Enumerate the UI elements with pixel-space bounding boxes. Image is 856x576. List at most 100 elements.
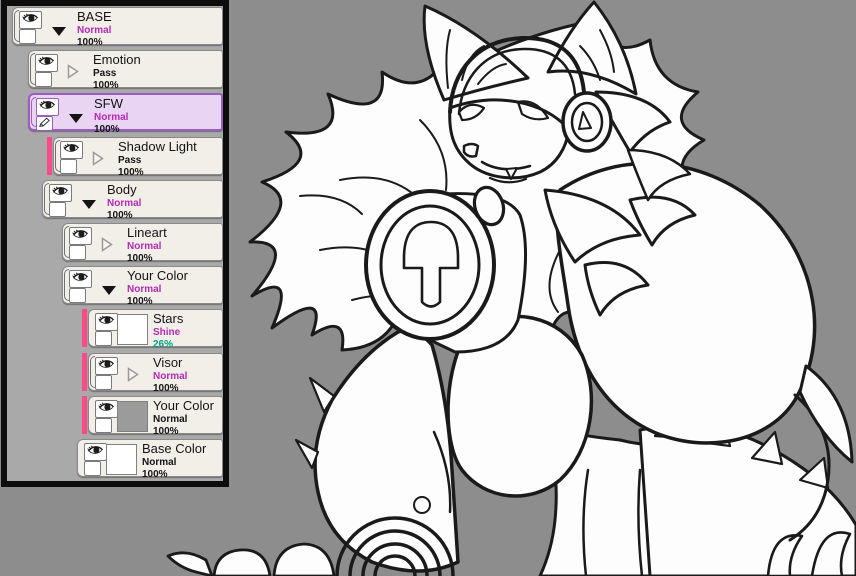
clipping-stripe <box>82 309 87 347</box>
visibility-toggle[interactable] <box>95 400 118 418</box>
layer-row[interactable]: SFW Normal 100% <box>28 93 223 135</box>
layer-mode: Normal <box>94 112 129 123</box>
nose <box>462 142 480 158</box>
expand-collapse-triangle[interactable] <box>92 151 108 167</box>
layer-text-block: Stars Shine 26% <box>153 310 220 351</box>
layer-text-block: Emotion Pass 100% <box>93 51 220 92</box>
expand-collapse-triangle[interactable] <box>81 197 97 213</box>
layer-mode: Pass <box>118 155 142 166</box>
clipping-stripe <box>82 353 87 391</box>
visibility-toggle[interactable] <box>19 11 42 29</box>
layer-text-block: Your Color Normal 100% <box>127 267 220 308</box>
eye-icon <box>97 400 116 419</box>
wrist-button <box>413 496 431 514</box>
visibility-toggle[interactable] <box>36 98 59 116</box>
layer-row[interactable]: Visor Normal 100% <box>82 353 223 395</box>
layer-row[interactable]: Body Normal 100% <box>42 180 223 222</box>
layer-opacity: 100% <box>153 383 179 394</box>
layer-row[interactable]: Your Color Normal 100% <box>82 396 223 438</box>
layer-option-box[interactable] <box>69 288 86 303</box>
layer-opacity: 100% <box>94 124 120 135</box>
visibility-toggle[interactable] <box>60 141 83 159</box>
eye-icon <box>21 11 40 30</box>
layer-option-box[interactable] <box>60 159 77 174</box>
visibility-toggle[interactable] <box>69 227 92 245</box>
layer-row[interactable]: Base Color Normal 100% <box>77 439 223 481</box>
layer-name: Emotion <box>93 52 141 67</box>
layer-name: Body <box>107 182 137 197</box>
layer-mode: Pass <box>93 68 117 79</box>
layer-row[interactable]: Lineart Normal 100% <box>62 223 223 265</box>
layer-mode: Normal <box>153 371 188 382</box>
layer-text-block: Base Color Normal 100% <box>142 440 220 481</box>
layer-row[interactable]: BASE Normal 100% <box>12 7 223 49</box>
layer-text-block: BASE Normal 100% <box>77 8 220 49</box>
eye-icon <box>71 270 90 289</box>
layer-name: Visor <box>153 355 183 370</box>
layer-mode: Normal <box>127 284 162 295</box>
layer-text-block: Your Color Normal 100% <box>153 397 220 438</box>
layer-option-box[interactable] <box>95 375 112 390</box>
layer-opacity: 100% <box>93 80 119 91</box>
layer-row[interactable]: Stars Shine 26% <box>82 309 223 351</box>
layer-thumbnail <box>117 401 148 432</box>
layer-option-box[interactable] <box>69 245 86 260</box>
layer-name: SFW <box>94 96 123 111</box>
layer-text-block: Body Normal 100% <box>107 181 220 222</box>
expand-collapse-triangle[interactable] <box>67 64 83 80</box>
layers-panel-body: BASE Normal 100% Emotion Pass 100% SFW N… <box>7 6 223 481</box>
layer-text-block: Visor Normal 100% <box>153 354 220 395</box>
layer-row[interactable]: Emotion Pass 100% <box>28 50 223 92</box>
eye-icon <box>71 227 90 246</box>
layers-panel: BASE Normal 100% Emotion Pass 100% SFW N… <box>1 0 229 487</box>
layer-option-box[interactable] <box>84 461 101 476</box>
layer-thumbnail <box>106 444 137 475</box>
layer-name: Lineart <box>127 225 167 240</box>
visibility-toggle[interactable] <box>69 270 92 288</box>
layer-mode: Normal <box>153 414 188 425</box>
eye-icon <box>51 184 70 203</box>
expand-collapse-triangle[interactable] <box>68 111 84 127</box>
layer-text-block: Shadow Light Pass 100% <box>118 138 220 179</box>
layer-row[interactable]: Shadow Light Pass 100% <box>47 137 223 179</box>
layer-opacity: 100% <box>153 426 179 437</box>
layer-opacity: 100% <box>127 253 153 264</box>
layer-option-box[interactable] <box>35 72 52 87</box>
visibility-toggle[interactable] <box>95 313 118 331</box>
eye-icon <box>86 443 105 462</box>
layer-option-box[interactable] <box>49 202 66 217</box>
layer-mode: Normal <box>142 457 177 468</box>
eye-icon <box>37 54 56 73</box>
layer-mode: Shine <box>153 327 181 338</box>
shoulder-drum-face <box>364 189 496 341</box>
layer-mode: Normal <box>127 241 162 252</box>
visibility-toggle[interactable] <box>49 184 72 202</box>
layer-text-block: Lineart Normal 100% <box>127 224 220 265</box>
layer-name: Stars <box>153 311 184 326</box>
expand-collapse-triangle[interactable] <box>101 237 117 253</box>
layer-option-box[interactable] <box>36 116 53 131</box>
layer-option-box[interactable] <box>19 29 36 44</box>
eye-icon <box>62 141 81 160</box>
layer-opacity: 26% <box>153 339 174 350</box>
expand-collapse-triangle[interactable] <box>51 24 67 40</box>
visibility-toggle[interactable] <box>35 54 58 72</box>
layer-name: Your Color <box>127 268 188 283</box>
visibility-toggle[interactable] <box>84 443 107 461</box>
layer-name: BASE <box>77 9 112 24</box>
layer-text-block: SFW Normal 100% <box>94 95 219 136</box>
eye-icon <box>97 357 116 376</box>
layer-option-box[interactable] <box>95 331 112 346</box>
layer-mode: Normal <box>107 198 142 209</box>
visibility-toggle[interactable] <box>95 357 118 375</box>
clipping-stripe <box>82 396 87 434</box>
layer-opacity: 100% <box>77 37 103 48</box>
expand-collapse-triangle[interactable] <box>127 367 143 383</box>
layer-opacity: 100% <box>118 167 144 178</box>
expand-collapse-triangle[interactable] <box>101 283 117 299</box>
layer-row[interactable]: Your Color Normal 100% <box>62 266 223 308</box>
layer-opacity: 100% <box>127 296 153 307</box>
pencil-icon <box>38 115 51 133</box>
layer-name: Your Color <box>153 398 214 413</box>
layer-option-box[interactable] <box>95 418 112 433</box>
